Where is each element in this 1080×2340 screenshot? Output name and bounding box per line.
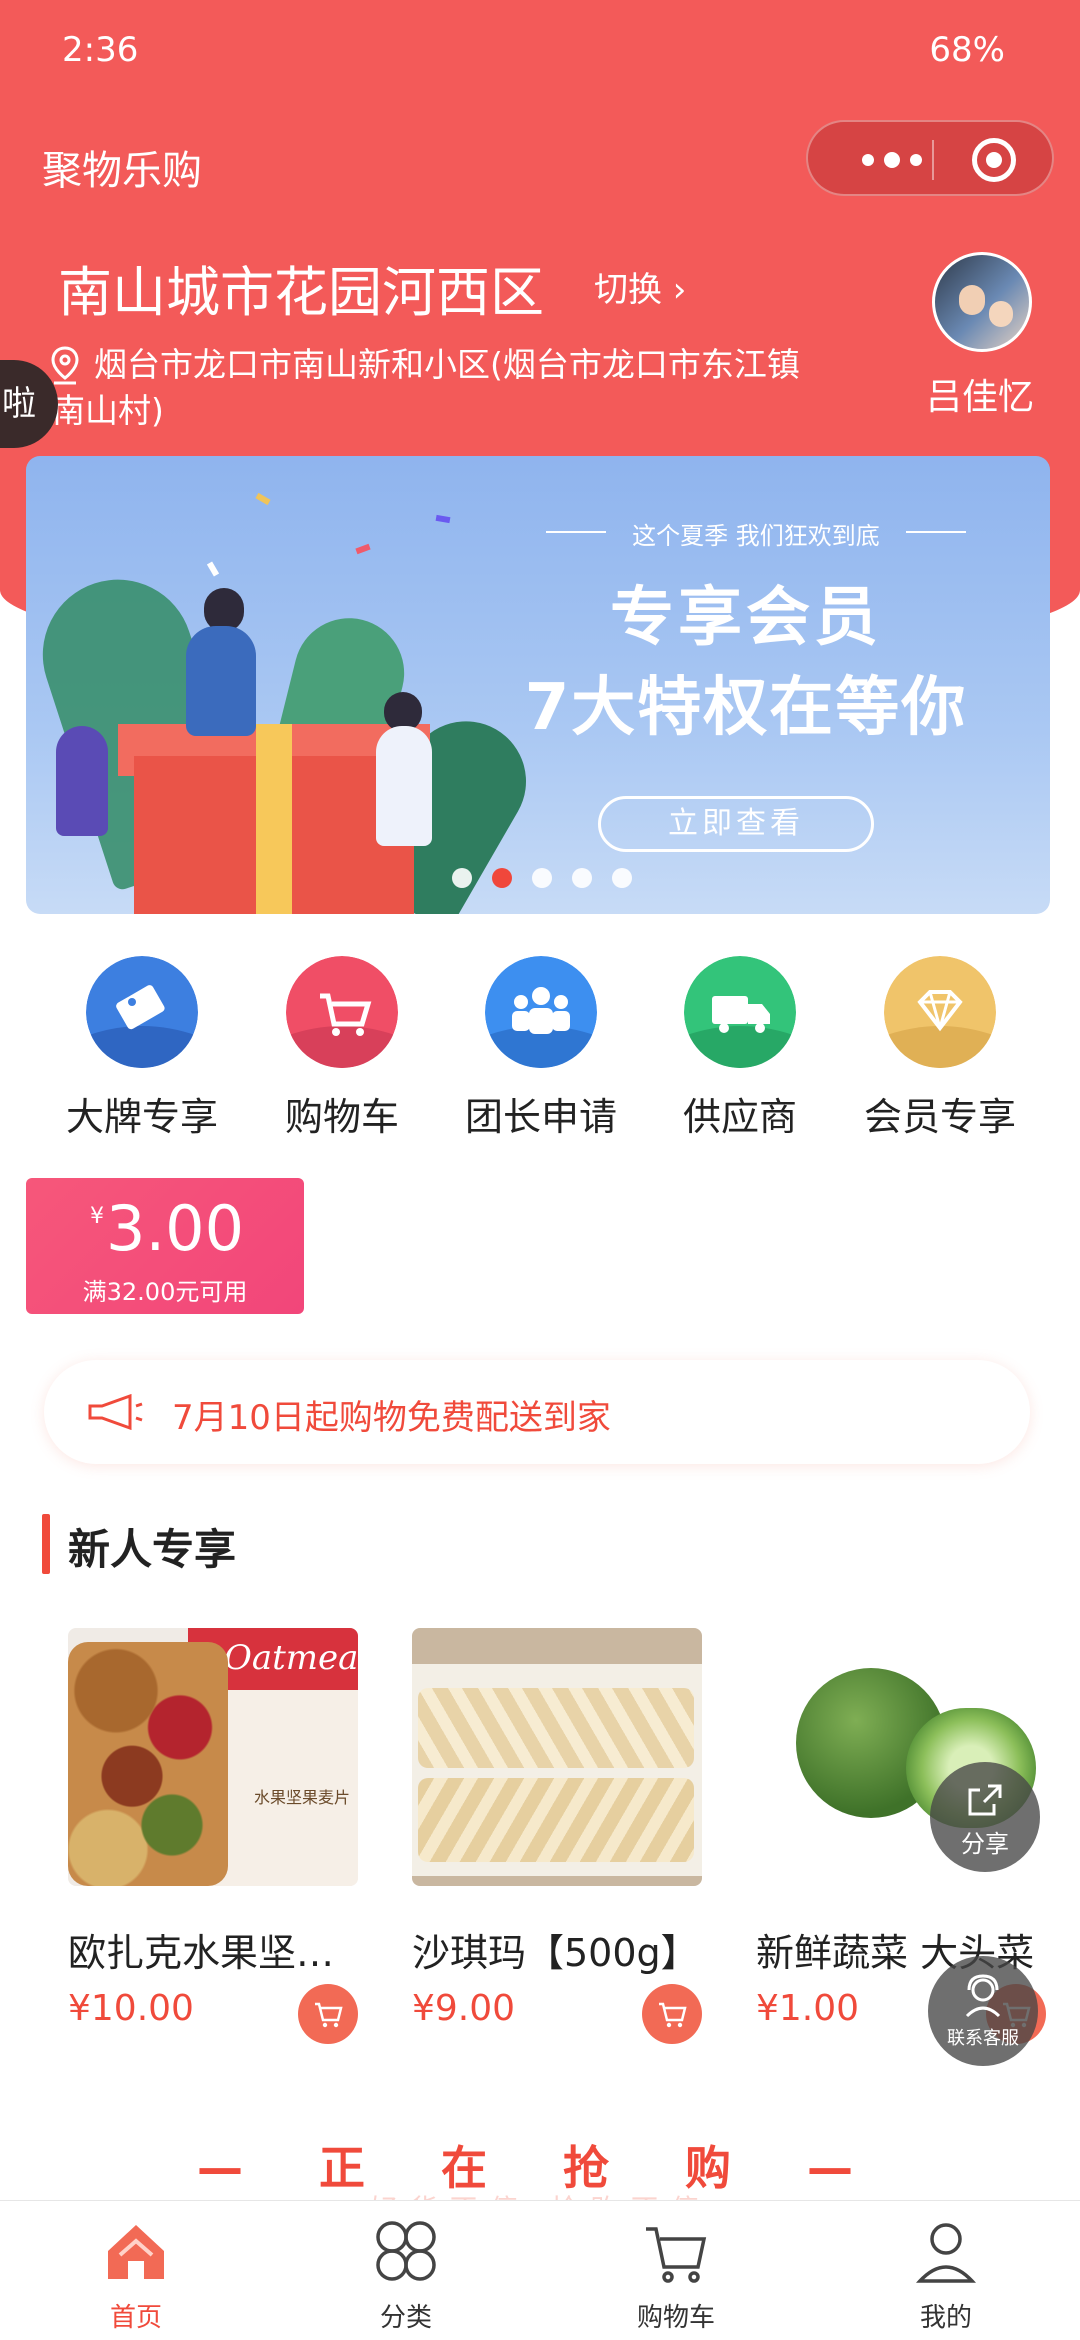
product-image xyxy=(412,1628,702,1886)
status-bar: 2:36 68% xyxy=(0,0,1080,100)
coupon-amount: 3.00 xyxy=(106,1192,245,1265)
megaphone-icon xyxy=(88,1394,143,1430)
tab-label: 分类 xyxy=(379,2303,432,2333)
share-button[interactable]: 分享 xyxy=(930,1762,1040,1872)
pagination-dot[interactable] xyxy=(452,868,472,888)
package-brand: Oatmeal xyxy=(224,1638,358,1678)
diamond-icon xyxy=(884,956,996,1068)
cart-icon xyxy=(286,956,398,1068)
add-to-cart-button[interactable] xyxy=(642,1984,702,2044)
promo-banner[interactable]: 这个夏季 我们狂欢到底 专享会员 7大特权在等你 立即查看 xyxy=(26,456,1050,914)
quick-menu-label: 供应商 xyxy=(682,1095,797,1139)
product-card[interactable]: Oatmeal 水果坚果麦片 欧扎克水果坚果麦片 ¥10.00 xyxy=(68,1628,358,2044)
view-now-button[interactable]: 立即查看 xyxy=(598,796,874,852)
confetti xyxy=(435,514,451,524)
tab-label: 我的 xyxy=(919,2303,972,2333)
user-name: 吕佳忆 xyxy=(926,377,1035,418)
quick-menu-label: 团长申请 xyxy=(464,1095,617,1139)
quick-menu-leader[interactable]: 团长申请 xyxy=(441,956,641,1141)
tab-cart[interactable]: 购物车 xyxy=(596,2215,756,2334)
quick-menu-supplier[interactable]: 供应商 xyxy=(640,956,840,1141)
truck-icon xyxy=(684,956,796,1068)
product-price: ¥1.00 xyxy=(756,1988,860,2029)
package-label: 水果坚果麦片 xyxy=(254,1788,351,1807)
pagination-dot[interactable] xyxy=(532,868,552,888)
bottom-tab-bar: 首页 分类 购物车 我的 xyxy=(0,2200,1080,2340)
person-illustration xyxy=(56,726,108,836)
quick-menu: 大牌专享 购物车 团长申请 供应商 会员专享 xyxy=(0,956,1080,1139)
cart-icon xyxy=(315,2002,343,2028)
more-icon[interactable] xyxy=(842,122,942,198)
banner-title: 专享会员 xyxy=(610,581,882,655)
confetti xyxy=(355,543,371,555)
customer-service-button[interactable]: 联系客服 xyxy=(928,1956,1038,2066)
cart-icon xyxy=(659,2002,687,2028)
user-icon xyxy=(910,2215,982,2287)
status-time: 2:36 xyxy=(62,30,139,70)
avatar-face xyxy=(959,285,985,315)
app-title: 聚物乐购 xyxy=(42,148,202,194)
section-marker xyxy=(42,1514,50,1574)
customer-service-label: 联系客服 xyxy=(947,2028,1019,2049)
product-name: 沙琪玛【500g】 xyxy=(412,1931,699,1975)
home-icon xyxy=(100,2215,172,2287)
product-card[interactable]: 沙琪玛【500g】 ¥9.00 xyxy=(412,1628,702,2044)
mini-program-capsule[interactable] xyxy=(806,120,1054,196)
banner-pagination xyxy=(452,868,632,888)
sachima-illustration xyxy=(418,1778,694,1862)
pagination-dot[interactable] xyxy=(612,868,632,888)
capsule-divider xyxy=(932,140,934,180)
quick-menu-label: 大牌专享 xyxy=(65,1095,218,1139)
category-icon xyxy=(370,2215,442,2287)
person-illustration xyxy=(376,726,432,846)
section-title: 新人专享 xyxy=(68,1525,237,1574)
switch-label: 切换 xyxy=(594,270,662,310)
person-illustration xyxy=(186,626,256,736)
add-to-cart-button[interactable] xyxy=(298,1984,358,2044)
close-icon[interactable] xyxy=(972,138,1016,182)
announcement-text: 7月10日起购物免费配送到家 xyxy=(172,1398,611,1438)
tab-label: 购物车 xyxy=(636,2303,715,2333)
pagination-dot[interactable] xyxy=(492,868,512,888)
tag-icon xyxy=(86,956,198,1068)
quick-menu-member[interactable]: 会员专享 xyxy=(840,956,1040,1141)
pagination-dot[interactable] xyxy=(572,868,592,888)
gift-ribbon xyxy=(256,724,292,914)
product-name: 欧扎克水果坚果麦片 xyxy=(68,1931,358,1975)
confetti xyxy=(255,492,271,506)
coupon-currency: ¥ xyxy=(90,1204,104,1229)
tab-category[interactable]: 分类 xyxy=(326,2215,486,2334)
cart-icon xyxy=(640,2215,712,2287)
side-tab-label: 啦 xyxy=(2,384,36,424)
tab-profile[interactable]: 我的 xyxy=(866,2215,1026,2334)
quick-menu-label: 购物车 xyxy=(284,1095,399,1139)
confetti xyxy=(206,561,220,577)
coupon-condition: 满32.00元可用 xyxy=(82,1278,248,1306)
nuts-illustration xyxy=(68,1642,228,1886)
group-icon xyxy=(485,956,597,1068)
community-address: 烟台市龙口市南山新和小区(烟台市龙口市东江镇南山村) xyxy=(52,345,800,430)
community-name: 南山城市花园河西区 xyxy=(58,261,544,324)
battery-level: 68% xyxy=(929,30,1005,70)
tab-home[interactable]: 首页 xyxy=(56,2215,216,2334)
sachima-illustration xyxy=(418,1688,694,1768)
share-label: 分享 xyxy=(961,1830,1009,1858)
product-price: ¥10.00 xyxy=(68,1988,194,2029)
coupon-card[interactable]: ¥ 3.00 满32.00元可用 xyxy=(26,1178,304,1314)
avatar[interactable] xyxy=(932,252,1032,352)
headset-icon xyxy=(965,1974,1001,2018)
avatar-face xyxy=(989,301,1013,327)
quick-menu-cart[interactable]: 购物车 xyxy=(242,956,442,1141)
quick-menu-label: 会员专享 xyxy=(863,1095,1016,1139)
share-icon xyxy=(968,1784,1002,1816)
banner-title-line2: 7大特权在等你 xyxy=(524,671,968,745)
product-price: ¥9.00 xyxy=(412,1988,516,2029)
tab-label: 首页 xyxy=(109,2303,162,2333)
announcement-bar[interactable]: 7月10日起购物免费配送到家 xyxy=(44,1360,1030,1464)
switch-community-button[interactable]: 切换 › xyxy=(594,262,686,311)
chevron-right-icon: › xyxy=(662,270,687,310)
banner-subtitle: 这个夏季 我们狂欢到底 xyxy=(526,516,986,551)
quick-menu-brand[interactable]: 大牌专享 xyxy=(42,956,242,1141)
product-image: Oatmeal 水果坚果麦片 xyxy=(68,1628,358,1886)
